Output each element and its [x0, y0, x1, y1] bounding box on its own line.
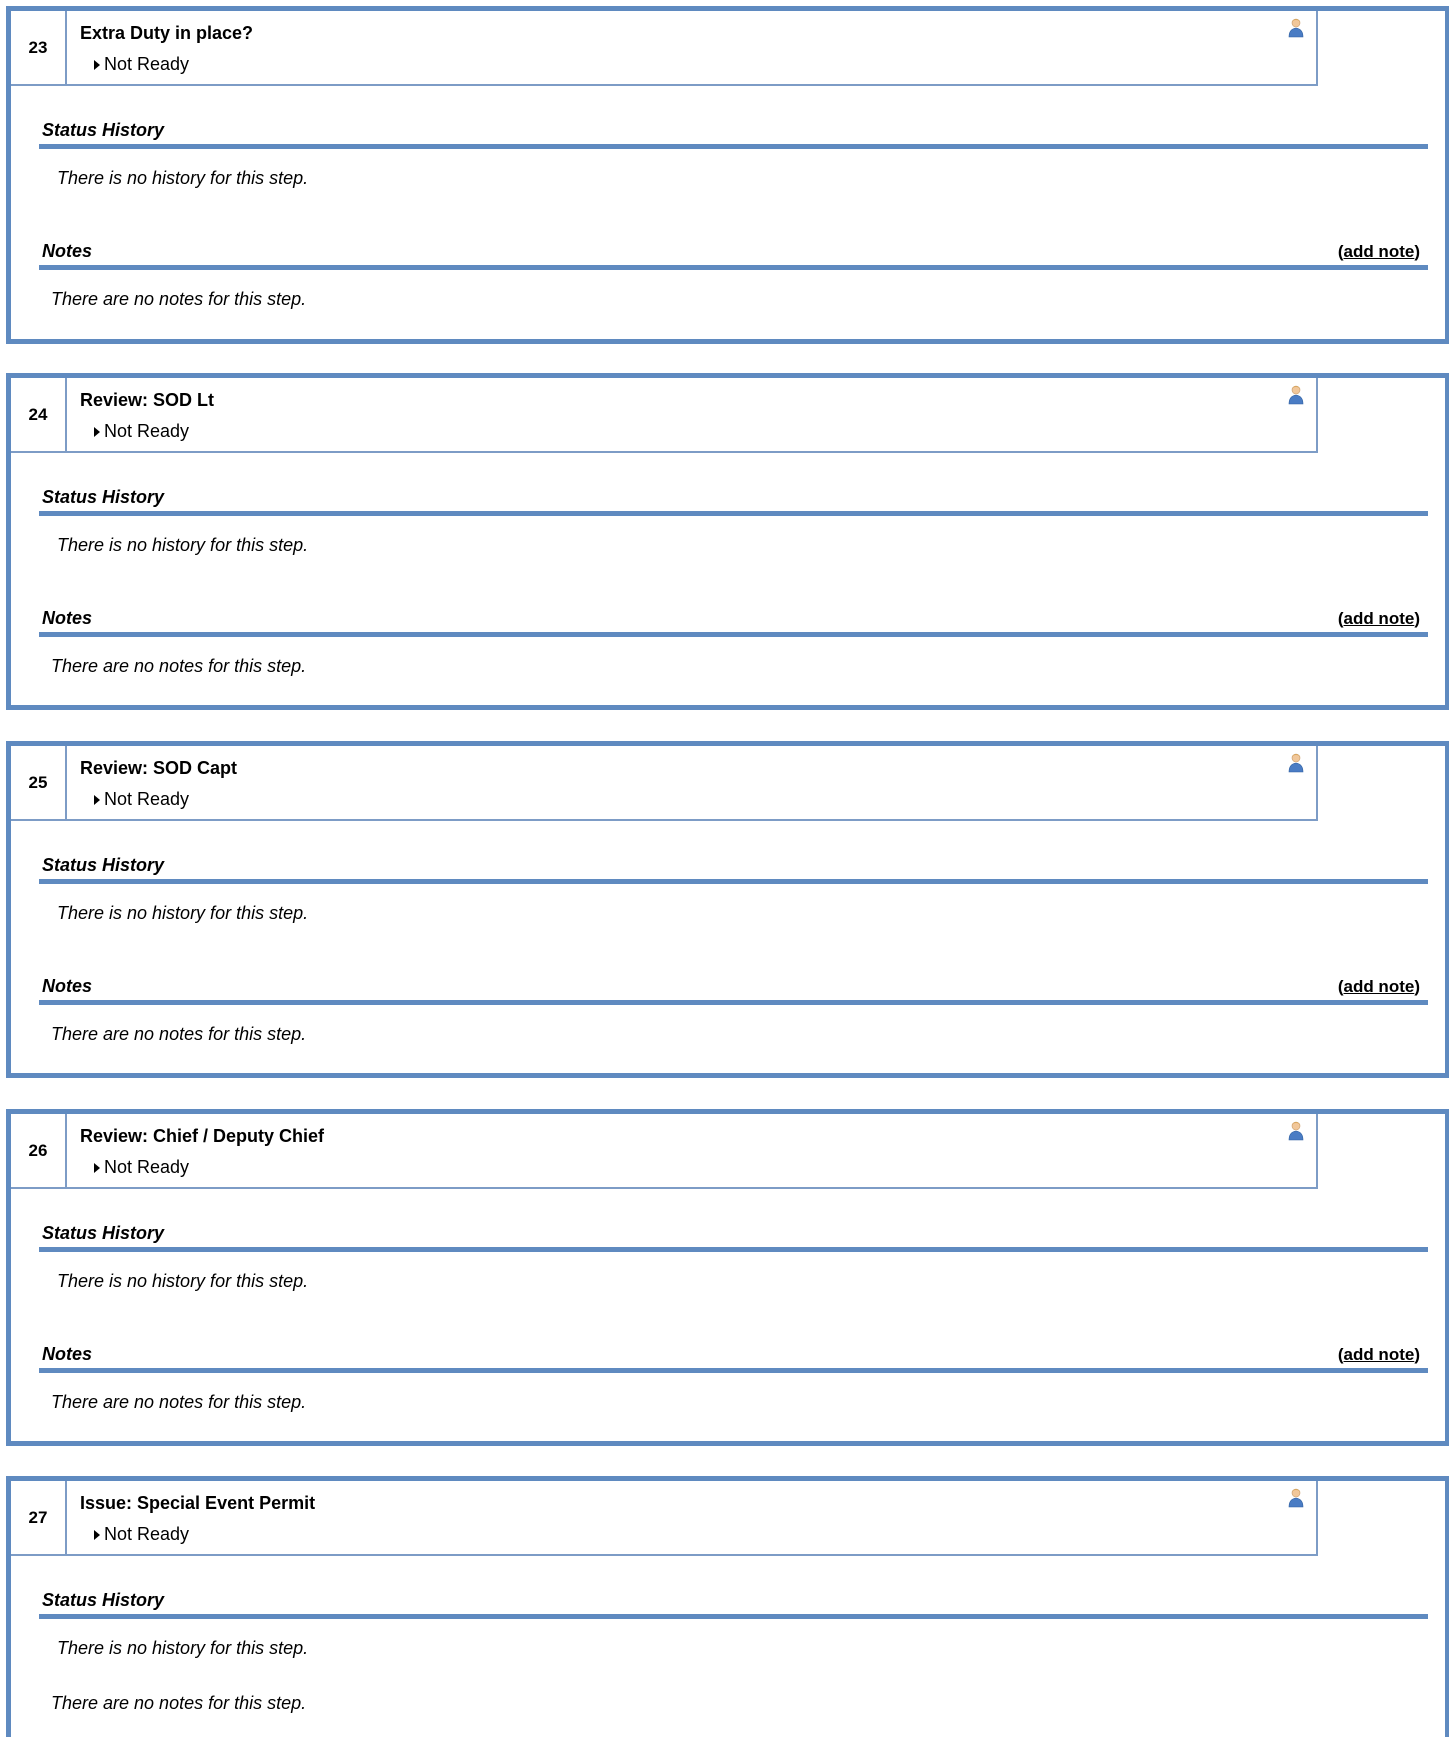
history-empty-text: There is no history for this step. — [57, 1638, 309, 1658]
notes-heading: Notes — [42, 976, 93, 996]
status-history-heading: Status History — [42, 1223, 165, 1243]
step-title: Review: Chief / Deputy Chief — [80, 1126, 325, 1146]
step-status-label: Not Ready — [104, 54, 190, 74]
status-history-heading: Status History — [42, 855, 165, 875]
step-header: 24 Review: SOD Lt Not Ready — [11, 378, 1318, 453]
step-card: 23 Extra Duty in place? Not Ready Status… — [6, 6, 1449, 344]
section-divider — [39, 1000, 1428, 1005]
status-history-heading: Status History — [42, 120, 165, 140]
history-empty-text: There is no history for this step. — [57, 535, 309, 555]
section-divider — [39, 879, 1428, 884]
notes-empty-text: There are no notes for this step. — [51, 1024, 307, 1044]
notes-empty-text: There are no notes for this step. — [51, 289, 307, 309]
step-status[interactable]: Not Ready — [94, 789, 189, 810]
step-card: 26 Review: Chief / Deputy Chief Not Read… — [6, 1109, 1449, 1446]
step-status-label: Not Ready — [104, 1157, 190, 1177]
step-number: 27 — [11, 1481, 67, 1554]
step-title: Review: SOD Lt — [80, 390, 215, 410]
notes-heading: Notes — [42, 241, 93, 261]
add-note-control: (add note) — [1337, 242, 1420, 261]
section-divider — [39, 144, 1428, 149]
user-icon[interactable] — [1288, 1121, 1304, 1141]
step-status-label: Not Ready — [104, 1524, 190, 1544]
user-icon[interactable] — [1288, 18, 1304, 38]
caret-right-icon — [94, 1162, 100, 1173]
step-status-label: Not Ready — [104, 421, 190, 441]
section-divider — [39, 511, 1428, 516]
step-title: Issue: Special Event Permit — [80, 1493, 316, 1513]
status-history-heading: Status History — [42, 487, 165, 507]
step-status[interactable]: Not Ready — [94, 421, 189, 442]
history-empty-text: There is no history for this step. — [57, 168, 309, 188]
user-icon[interactable] — [1288, 753, 1304, 773]
step-title: Extra Duty in place? — [80, 23, 254, 43]
step-status-label: Not Ready — [104, 789, 190, 809]
notes-heading: Notes — [42, 608, 93, 628]
user-icon[interactable] — [1288, 1488, 1304, 1508]
add-note-control: (add note) — [1337, 1345, 1420, 1364]
notes-empty-text: There are no notes for this step. — [51, 656, 307, 676]
step-card: 25 Review: SOD Capt Not Ready Status His… — [6, 741, 1449, 1078]
notes-empty-text: There are no notes for this step. — [51, 1693, 307, 1713]
step-header: 26 Review: Chief / Deputy Chief Not Read… — [11, 1114, 1318, 1189]
step-number: 24 — [11, 378, 67, 451]
step-status[interactable]: Not Ready — [94, 1524, 189, 1545]
history-empty-text: There is no history for this step. — [57, 903, 309, 923]
step-card: 27 Issue: Special Event Permit Not Ready… — [6, 1476, 1449, 1737]
add-note-control: (add note) — [1337, 977, 1420, 996]
caret-right-icon — [94, 59, 100, 70]
step-number: 26 — [11, 1114, 67, 1187]
step-status[interactable]: Not Ready — [94, 54, 189, 75]
step-header: 25 Review: SOD Capt Not Ready — [11, 746, 1318, 821]
section-divider — [39, 265, 1428, 270]
step-status[interactable]: Not Ready — [94, 1157, 189, 1178]
step-number: 25 — [11, 746, 67, 819]
add-note-control: (add note) — [1337, 609, 1420, 628]
add-note-link[interactable]: add note — [1343, 609, 1414, 628]
notes-heading: Notes — [42, 1344, 93, 1364]
section-divider — [39, 632, 1428, 637]
history-empty-text: There is no history for this step. — [57, 1271, 309, 1291]
section-divider — [39, 1614, 1428, 1619]
add-note-link[interactable]: add note — [1343, 1345, 1414, 1364]
step-card: 24 Review: SOD Lt Not Ready Status Histo… — [6, 373, 1449, 710]
add-note-link[interactable]: add note — [1343, 242, 1414, 261]
step-title: Review: SOD Capt — [80, 758, 238, 778]
step-number: 23 — [11, 11, 67, 84]
step-header: 27 Issue: Special Event Permit Not Ready — [11, 1481, 1318, 1556]
add-note-link[interactable]: add note — [1343, 977, 1414, 996]
user-icon[interactable] — [1288, 385, 1304, 405]
section-divider — [39, 1368, 1428, 1373]
notes-empty-text: There are no notes for this step. — [51, 1392, 307, 1412]
step-header: 23 Extra Duty in place? Not Ready — [11, 11, 1318, 86]
caret-right-icon — [94, 1529, 100, 1540]
caret-right-icon — [94, 794, 100, 805]
caret-right-icon — [94, 426, 100, 437]
status-history-heading: Status History — [42, 1590, 165, 1610]
section-divider — [39, 1247, 1428, 1252]
